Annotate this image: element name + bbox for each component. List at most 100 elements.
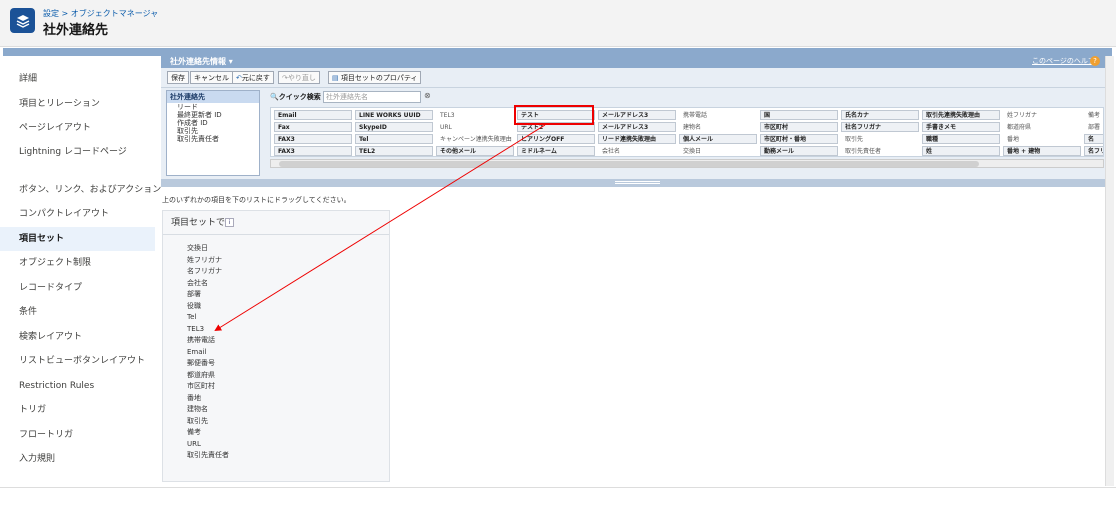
breadcrumb-object-manager[interactable]: オブジェクトマネージャ [71,9,158,18]
field-tile[interactable]: 名フリガ [1084,146,1103,156]
field-tile[interactable]: SkypeID [355,122,433,132]
field-tile[interactable]: 勤務メール [760,146,838,156]
fieldset-field[interactable]: 名フリガナ [187,266,229,278]
sidebar-item[interactable]: レコードタイプ [0,276,155,301]
horizontal-scrollbar[interactable] [270,159,1104,168]
info-icon[interactable]: i [225,218,234,227]
field-tile[interactable]: ミドルネーム [517,146,595,156]
field-tile[interactable]: 取引先 [841,134,919,144]
fieldset-field[interactable]: 備考 [187,427,229,439]
tree-root[interactable]: 社外連絡先 [167,91,259,103]
sidebar-item[interactable]: 条件 [0,300,155,325]
quick-search-input[interactable]: 社外連絡先名 [323,91,421,103]
splitter-grip-icon[interactable] [615,181,660,184]
field-tile[interactable]: TEL3 [436,110,514,120]
scrollbar-thumb[interactable] [279,161,979,167]
fieldset-field[interactable]: 取引先 [187,416,229,428]
field-tile[interactable]: 都道府県 [1003,122,1081,132]
fieldset-field[interactable]: 役職 [187,301,229,313]
sidebar-item[interactable]: Restriction Rules [0,374,155,399]
field-tile[interactable]: Tel [355,134,433,144]
fieldset-field[interactable]: 交換日 [187,243,229,255]
help-link[interactable]: このページのヘルプ [1032,55,1095,67]
field-tile[interactable]: LINE WORKS UUID [355,110,433,120]
sidebar-item[interactable]: Lightning レコードページ [0,141,155,178]
field-tile[interactable]: メールアドレス3 [598,110,676,120]
field-tile[interactable]: 備考 [1084,110,1103,120]
fieldset-field[interactable]: 市区町村 [187,381,229,393]
field-tile[interactable]: 職種 [922,134,1000,144]
sidebar-item[interactable]: 項目とリレーション [0,92,155,117]
fieldset-field[interactable]: 都道府県 [187,370,229,382]
sidebar-item[interactable]: リストビューボタンレイアウト [0,349,155,374]
field-tile[interactable]: Email [274,110,352,120]
sidebar-item[interactable]: コンパクトレイアウト [0,202,155,227]
fieldset-field[interactable]: 郵便番号 [187,358,229,370]
save-button[interactable]: 保存 [167,71,189,84]
sidebar-item[interactable]: フロートリガ [0,423,155,448]
sidebar-item[interactable]: トリガ [0,398,155,423]
undo-button[interactable]: ↶元に戻す [232,71,274,84]
clear-search-icon[interactable]: ⊗ [424,91,431,100]
properties-button[interactable]: ▤ 項目セットのプロパティ [328,71,422,84]
sidebar-item[interactable]: オブジェクト制限 [0,251,155,276]
field-tile[interactable]: 取引先連携失敗理由 [922,110,1000,120]
field-tile[interactable]: TEL2 [355,146,433,156]
fieldset-field[interactable]: 取引先責任者 [187,450,229,462]
field-tile[interactable]: その他メール [436,146,514,156]
sidebar-item[interactable]: 項目セット [0,226,155,251]
fieldset-field[interactable]: 番地 [187,393,229,405]
sidebar-item[interactable]: 検索レイアウト [0,325,155,350]
field-tile[interactable]: 氏名カナ [841,110,919,120]
tree-item[interactable]: 最終更新者 ID [167,111,259,119]
fieldset-field[interactable]: TEL3 [187,324,229,336]
fieldset-field[interactable]: 姓フリガナ [187,255,229,267]
tree-item[interactable]: 作成者 ID [167,119,259,127]
tree-item[interactable]: リード [167,103,259,111]
field-tile[interactable]: ヒアリングOFF [517,134,595,144]
field-tile[interactable]: FAX3 [274,134,352,144]
fieldset-field[interactable]: URL [187,439,229,451]
field-tile[interactable]: 交換日 [679,146,757,156]
redo-button[interactable]: ↷やり直し [278,71,320,84]
field-tile[interactable]: 番地 + 建物 [1003,146,1081,156]
fieldset-field[interactable]: 会社名 [187,278,229,290]
sidebar-item[interactable]: 入力規則 [0,447,155,472]
field-tile[interactable]: 社名フリガナ [841,122,919,132]
fieldset-field[interactable]: 部署 [187,289,229,301]
field-tile[interactable]: Fax [274,122,352,132]
field-tile[interactable]: キャンペーン連携失敗理由 [436,134,514,144]
field-tile[interactable]: リード連携失敗理由 [598,134,676,144]
help-icon[interactable]: ? [1090,56,1100,66]
field-tile[interactable]: 手書きメモ [922,122,1000,132]
cancel-button[interactable]: キャンセル [190,71,233,84]
field-tile[interactable]: 取引先責任者 [841,146,919,156]
panel-title[interactable]: 社外連絡先情報 ▾ [170,56,233,68]
field-tile[interactable]: 会社名 [598,146,676,156]
field-tile[interactable]: メールアドレス3 [598,122,676,132]
fieldset-field[interactable]: 携帯電話 [187,335,229,347]
tree-item[interactable]: 取引先責任者 [167,135,259,143]
breadcrumb-setup[interactable]: 設定 [43,9,59,18]
field-tile[interactable]: 姓フリガナ [1003,110,1081,120]
field-tile[interactable]: 建物名 [679,122,757,132]
fieldset-field[interactable]: 建物名 [187,404,229,416]
vertical-scrollbar[interactable] [1105,56,1114,486]
field-tile[interactable]: 市区町村 [760,122,838,132]
field-tile[interactable]: FAX3 [274,146,352,156]
field-tile[interactable]: URL [436,122,514,132]
tree-item[interactable]: 取引先 [167,127,259,135]
fieldset-field[interactable]: Email [187,347,229,359]
field-tile[interactable]: 部署 [1084,122,1103,132]
field-tile[interactable]: 携帯電話 [679,110,757,120]
field-tile[interactable]: 名 [1084,134,1103,144]
field-tile[interactable]: 姓 [922,146,1000,156]
sidebar-item[interactable]: ページレイアウト [0,116,155,141]
fieldset-field[interactable]: Tel [187,312,229,324]
field-tile[interactable]: 市区町村・番地 [760,134,838,144]
sidebar-item[interactable]: 詳細 [0,67,155,92]
field-tile[interactable]: 番地 [1003,134,1081,144]
field-tile[interactable]: 国 [760,110,838,120]
sidebar-item[interactable]: ボタン、リンク、およびアクション [0,178,161,203]
field-tile[interactable]: 個人メール [679,134,757,144]
